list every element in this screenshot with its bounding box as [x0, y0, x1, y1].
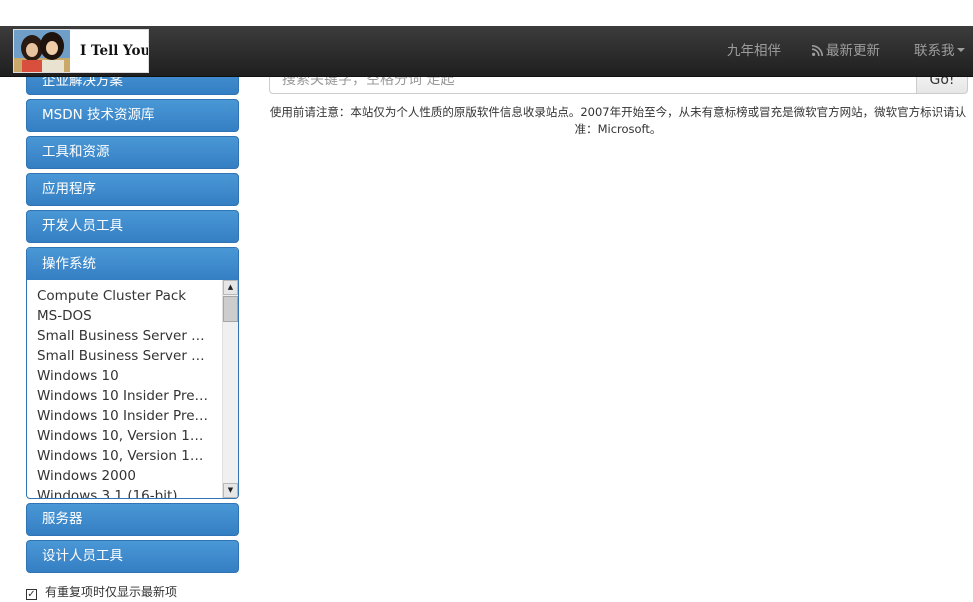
list-item[interactable]: Windows 10 Insider Preview 10074: [37, 406, 209, 426]
list-item[interactable]: Windows 2000: [37, 466, 209, 486]
usage-notice: 使用前请注意：本站仅为个人性质的原版软件信息收录站点。2007年开始至今，从未有…: [269, 105, 967, 136]
sidebar-item-servers[interactable]: 服务器: [26, 503, 239, 536]
dedupe-checkbox[interactable]: ✓: [26, 589, 37, 600]
caret-down-icon: [956, 48, 965, 52]
list-item[interactable]: Windows 3.1 (16-bit): [37, 486, 209, 498]
sidebar-group-os: 操作系统 Compute Cluster Pack MS-DOS Small B…: [26, 247, 239, 499]
list-item[interactable]: Windows 10, Version 1511: [37, 426, 209, 446]
nav-link-latest-updates[interactable]: 最新更新: [812, 26, 880, 76]
list-item[interactable]: Windows 10, Version 1607: [37, 446, 209, 466]
os-listbox[interactable]: Compute Cluster Pack MS-DOS Small Busine…: [27, 280, 238, 498]
brand-logo[interactable]: I Tell You: [13, 29, 149, 73]
nav-link-label: 最新更新: [826, 43, 880, 59]
list-item[interactable]: Windows 10 Insider Preview: [37, 386, 209, 406]
scroll-down-arrow-icon[interactable]: ▼: [223, 483, 238, 498]
list-item[interactable]: Windows 10: [37, 366, 209, 386]
rss-icon: [812, 45, 823, 56]
nav-link-label: 九年相伴: [727, 43, 781, 59]
list-item[interactable]: MS-DOS: [37, 306, 209, 326]
brand-photo-icon: [14, 30, 70, 72]
list-item[interactable]: Small Business Server 2003: [37, 326, 209, 346]
sidebar-item-msdn[interactable]: MSDN 技术资源库: [26, 99, 239, 132]
os-list-scrollbar[interactable]: ▲ ▼: [222, 280, 238, 498]
list-item[interactable]: Compute Cluster Pack: [37, 286, 209, 306]
sidebar-item-applications[interactable]: 应用程序: [26, 173, 239, 206]
scroll-up-arrow-icon[interactable]: ▲: [223, 280, 238, 295]
dedupe-label: 有重复项时仅显示最新项: [45, 585, 178, 599]
nav-link-nine-years[interactable]: 九年相伴: [727, 26, 781, 76]
sidebar-item-tools[interactable]: 工具和资源: [26, 136, 239, 169]
os-list: Compute Cluster Pack MS-DOS Small Busine…: [37, 286, 209, 498]
sidebar-item-os[interactable]: 操作系统: [27, 248, 238, 280]
dedupe-option[interactable]: ✓ 有重复项时仅显示最新项: [26, 583, 177, 601]
nav-link-label: 联系我: [914, 43, 955, 59]
top-navbar: I Tell You 九年相伴 最新更新 联系我: [0, 26, 973, 77]
sidebar: 企业解决方案 MSDN 技术资源库 工具和资源 应用程序 开发人员工具 操作系统…: [26, 60, 239, 577]
list-item[interactable]: Small Business Server 2008: [37, 346, 209, 366]
scroll-thumb[interactable]: [223, 296, 238, 322]
sidebar-item-designer-tools[interactable]: 设计人员工具: [26, 540, 239, 573]
brand-text: I Tell You: [80, 43, 149, 59]
nav-link-contact[interactable]: 联系我: [914, 26, 965, 76]
sidebar-item-developer-tools[interactable]: 开发人员工具: [26, 210, 239, 243]
